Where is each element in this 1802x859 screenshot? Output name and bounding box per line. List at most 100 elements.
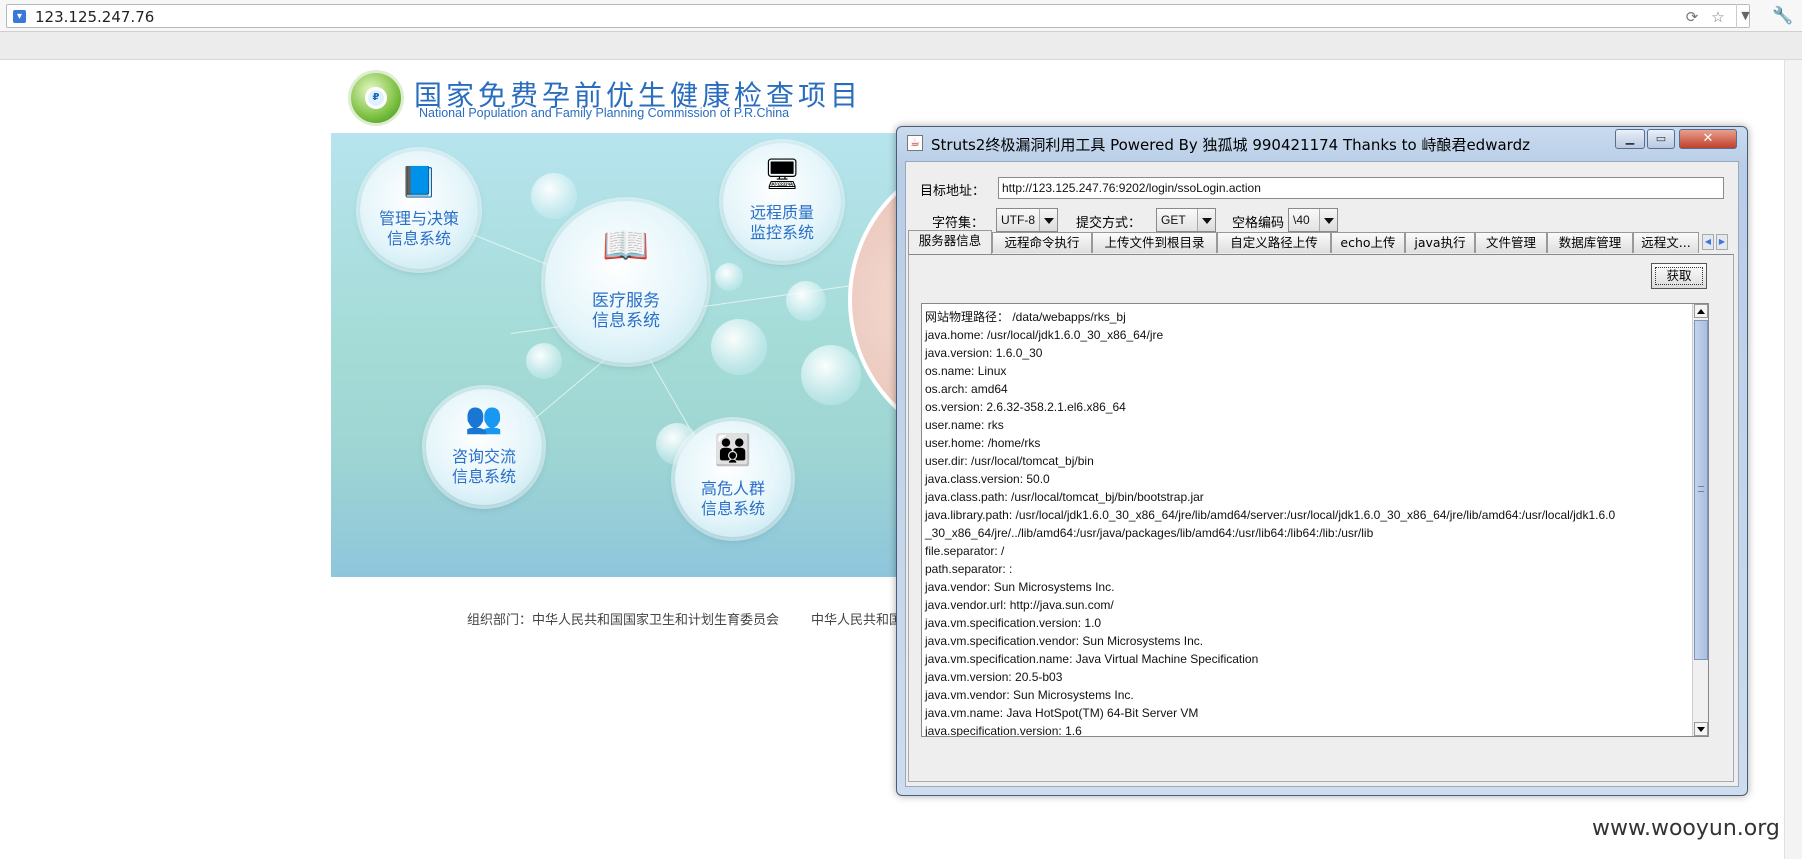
- space-encoding-select[interactable]: \40: [1288, 208, 1338, 232]
- system-remote-quality-label: 远程质量 监控系统: [749, 203, 814, 242]
- target-label: 目标地址：: [920, 184, 986, 199]
- scroll-down-icon[interactable]: [1694, 722, 1708, 736]
- get-button[interactable]: 获取: [1651, 263, 1707, 289]
- browser-address-bar: ▾ 123.125.247.76 ⟳ ☆ ▼ 🔧: [0, 0, 1802, 32]
- group-icon: 👪: [714, 433, 752, 468]
- maximize-button[interactable]: ▭: [1647, 129, 1675, 149]
- tab-remote-file[interactable]: 远程文...: [1633, 232, 1699, 253]
- window-title: Struts2终极漏洞利用工具 Powered By 独孤城 990421174…: [931, 136, 1530, 154]
- info-line: java.home: /usr/local/jdk1.6.0_30_x86_64…: [925, 328, 1164, 342]
- wrench-icon[interactable]: 🔧: [1772, 5, 1794, 27]
- system-medical-label: 医疗服务 信息系统: [592, 291, 660, 331]
- scroll-up-icon[interactable]: [1694, 304, 1708, 318]
- info-line: java.specification.version: 1.6: [925, 724, 1082, 737]
- reload-icon[interactable]: ⟳: [1683, 8, 1701, 26]
- logo-mark-icon: ₽: [365, 87, 387, 109]
- window-body: 目标地址： http://123.125.247.76:9202/login/s…: [905, 161, 1739, 787]
- tab-echo-upload[interactable]: echo上传: [1331, 232, 1405, 253]
- info-line: os.arch: amd64: [925, 382, 1008, 396]
- info-line: java.vm.specification.name: Java Virtual…: [925, 652, 1259, 666]
- info-line: os.version: 2.6.32-358.2.1.el6.x86_64: [925, 400, 1126, 414]
- chevron-down-icon[interactable]: [1039, 209, 1057, 231]
- monitor-icon: 🖥: [762, 157, 802, 192]
- minimize-button[interactable]: ▁: [1615, 129, 1645, 149]
- banner: 📘 管理与决策 信息系统 🖥 远程质量 监控系统 📖 医疗服务 信息系统 👥 咨…: [331, 133, 901, 577]
- charset-value: UTF-8: [1001, 213, 1035, 227]
- java-icon: ☕: [907, 135, 923, 151]
- tab-upload-root[interactable]: 上传文件到根目录: [1092, 232, 1217, 253]
- page-scrollbar[interactable]: [1784, 60, 1802, 859]
- info-line: path.separator: :: [925, 562, 1013, 576]
- shield-icon: ▾: [13, 10, 26, 23]
- method-select[interactable]: GET: [1156, 208, 1216, 232]
- tab-database-manager[interactable]: 数据库管理: [1547, 232, 1633, 253]
- footer-org: 组织部门：中华人民共和国国家卫生和计划生育委员会: [467, 613, 780, 628]
- scroll-thumb[interactable]: [1694, 320, 1708, 660]
- people-icon: 👥: [465, 401, 503, 436]
- info-line: os.name: Linux: [925, 364, 1007, 378]
- info-line: user.dir: /usr/local/tomcat_bj/bin: [925, 454, 1094, 468]
- tab-scroll-left-icon[interactable]: ◀: [1702, 234, 1714, 250]
- server-info-output[interactable]: 网站物理路径： /data/webapps/rks_bj java.home: /…: [921, 303, 1709, 737]
- info-line: 网站物理路径： /data/webapps/rks_bj: [925, 310, 1126, 324]
- info-line: file.separator: /: [925, 544, 1005, 558]
- chevron-down-icon[interactable]: [1319, 209, 1337, 231]
- close-button[interactable]: ✕: [1679, 129, 1737, 149]
- info-line: java.vm.specification.vendor: Sun Micros…: [925, 634, 1204, 648]
- method-label: 提交方式：: [1076, 216, 1142, 231]
- method-value: GET: [1161, 213, 1186, 227]
- tab-java-exec[interactable]: java执行: [1405, 232, 1475, 253]
- info-lines: 网站物理路径： /data/webapps/rks_bj java.home: /…: [922, 304, 1708, 737]
- tab-server-info[interactable]: 服务器信息: [908, 230, 992, 254]
- tab-remote-command[interactable]: 远程命令执行: [992, 232, 1092, 253]
- charset-select[interactable]: UTF-8: [996, 208, 1058, 232]
- info-line: java.vendor: Sun Microsystems Inc.: [925, 580, 1115, 594]
- star-icon[interactable]: ☆: [1709, 8, 1727, 26]
- info-line: user.name: rks: [925, 418, 1004, 432]
- system-high-risk[interactable]: 👪 高危人群 信息系统: [675, 421, 791, 537]
- system-management-label: 管理与决策 信息系统: [378, 209, 459, 248]
- url-field[interactable]: ▾ 123.125.247.76 ⟳ ☆: [6, 4, 1750, 28]
- tab-scroll-right-icon[interactable]: ▶: [1716, 234, 1728, 250]
- bubble: [715, 263, 743, 291]
- tab-bar: 服务器信息 远程命令执行 上传文件到根目录 自定义路径上传 echo上传 jav…: [906, 230, 1738, 254]
- info-line: java.vm.name: Java HotSpot(TM) 64-Bit Se…: [925, 706, 1199, 720]
- bubble: [526, 343, 562, 379]
- system-consult-label: 咨询交流 信息系统: [451, 447, 516, 486]
- system-medical[interactable]: 📖 医疗服务 信息系统: [545, 201, 707, 363]
- tab-file-manager[interactable]: 文件管理: [1475, 232, 1547, 253]
- site-subtitle: National Population and Family Planning …: [419, 106, 790, 120]
- system-high-risk-label: 高危人群 信息系统: [700, 479, 765, 518]
- info-line: java.vm.specification.version: 1.0: [925, 616, 1102, 630]
- space-encoding-value: \40: [1293, 213, 1310, 227]
- open-book-icon: 📖: [602, 223, 650, 267]
- exploit-tool-window: ☕ Struts2终极漏洞利用工具 Powered By 独孤城 9904211…: [896, 126, 1748, 796]
- system-management[interactable]: 📘 管理与决策 信息系统: [360, 151, 478, 269]
- info-line: _30_x86_64/jre/../lib/amd64:/usr/java/pa…: [925, 526, 1374, 540]
- site-logo: ₽: [348, 70, 404, 126]
- watermark: www.wooyun.org: [1592, 816, 1780, 841]
- system-remote-quality[interactable]: 🖥 远程质量 监控系统: [723, 143, 841, 261]
- footer-org-2: 中华人民共和国: [811, 613, 901, 628]
- info-line: user.home: /home/rks: [925, 436, 1041, 450]
- tab-custom-upload[interactable]: 自定义路径上传: [1217, 232, 1331, 253]
- bubble: [801, 345, 861, 405]
- charset-label: 字符集：: [932, 216, 985, 231]
- server-info-panel: 获取 网站物理路径： /data/webapps/rks_bj java.home…: [908, 254, 1734, 782]
- space-encoding-label: 空格编码: [1232, 216, 1285, 231]
- output-scrollbar[interactable]: [1692, 304, 1708, 736]
- chevron-down-icon[interactable]: [1197, 209, 1215, 231]
- info-line: java.vm.version: 20.5-b03: [925, 670, 1063, 684]
- bubble: [531, 173, 577, 219]
- bubble: [786, 281, 826, 321]
- window-titlebar[interactable]: ☕ Struts2终极漏洞利用工具 Powered By 独孤城 9904211…: [897, 127, 1747, 157]
- book-icon: 📘: [400, 165, 438, 200]
- dropdown-icon[interactable]: ▼: [1736, 4, 1754, 28]
- system-consult[interactable]: 👥 咨询交流 信息系统: [426, 389, 542, 505]
- grip-icon: [1698, 486, 1704, 492]
- target-url-input[interactable]: http://123.125.247.76:9202/login/ssoLogi…: [998, 177, 1724, 199]
- screen: ▾ 123.125.247.76 ⟳ ☆ ▼ 🔧 ₽ 国家免费孕前优生健康检查项…: [0, 0, 1802, 859]
- info-line: java.vm.vendor: Sun Microsystems Inc.: [925, 688, 1134, 702]
- browser-toolbar: [0, 32, 1802, 60]
- url-text: 123.125.247.76: [35, 8, 155, 26]
